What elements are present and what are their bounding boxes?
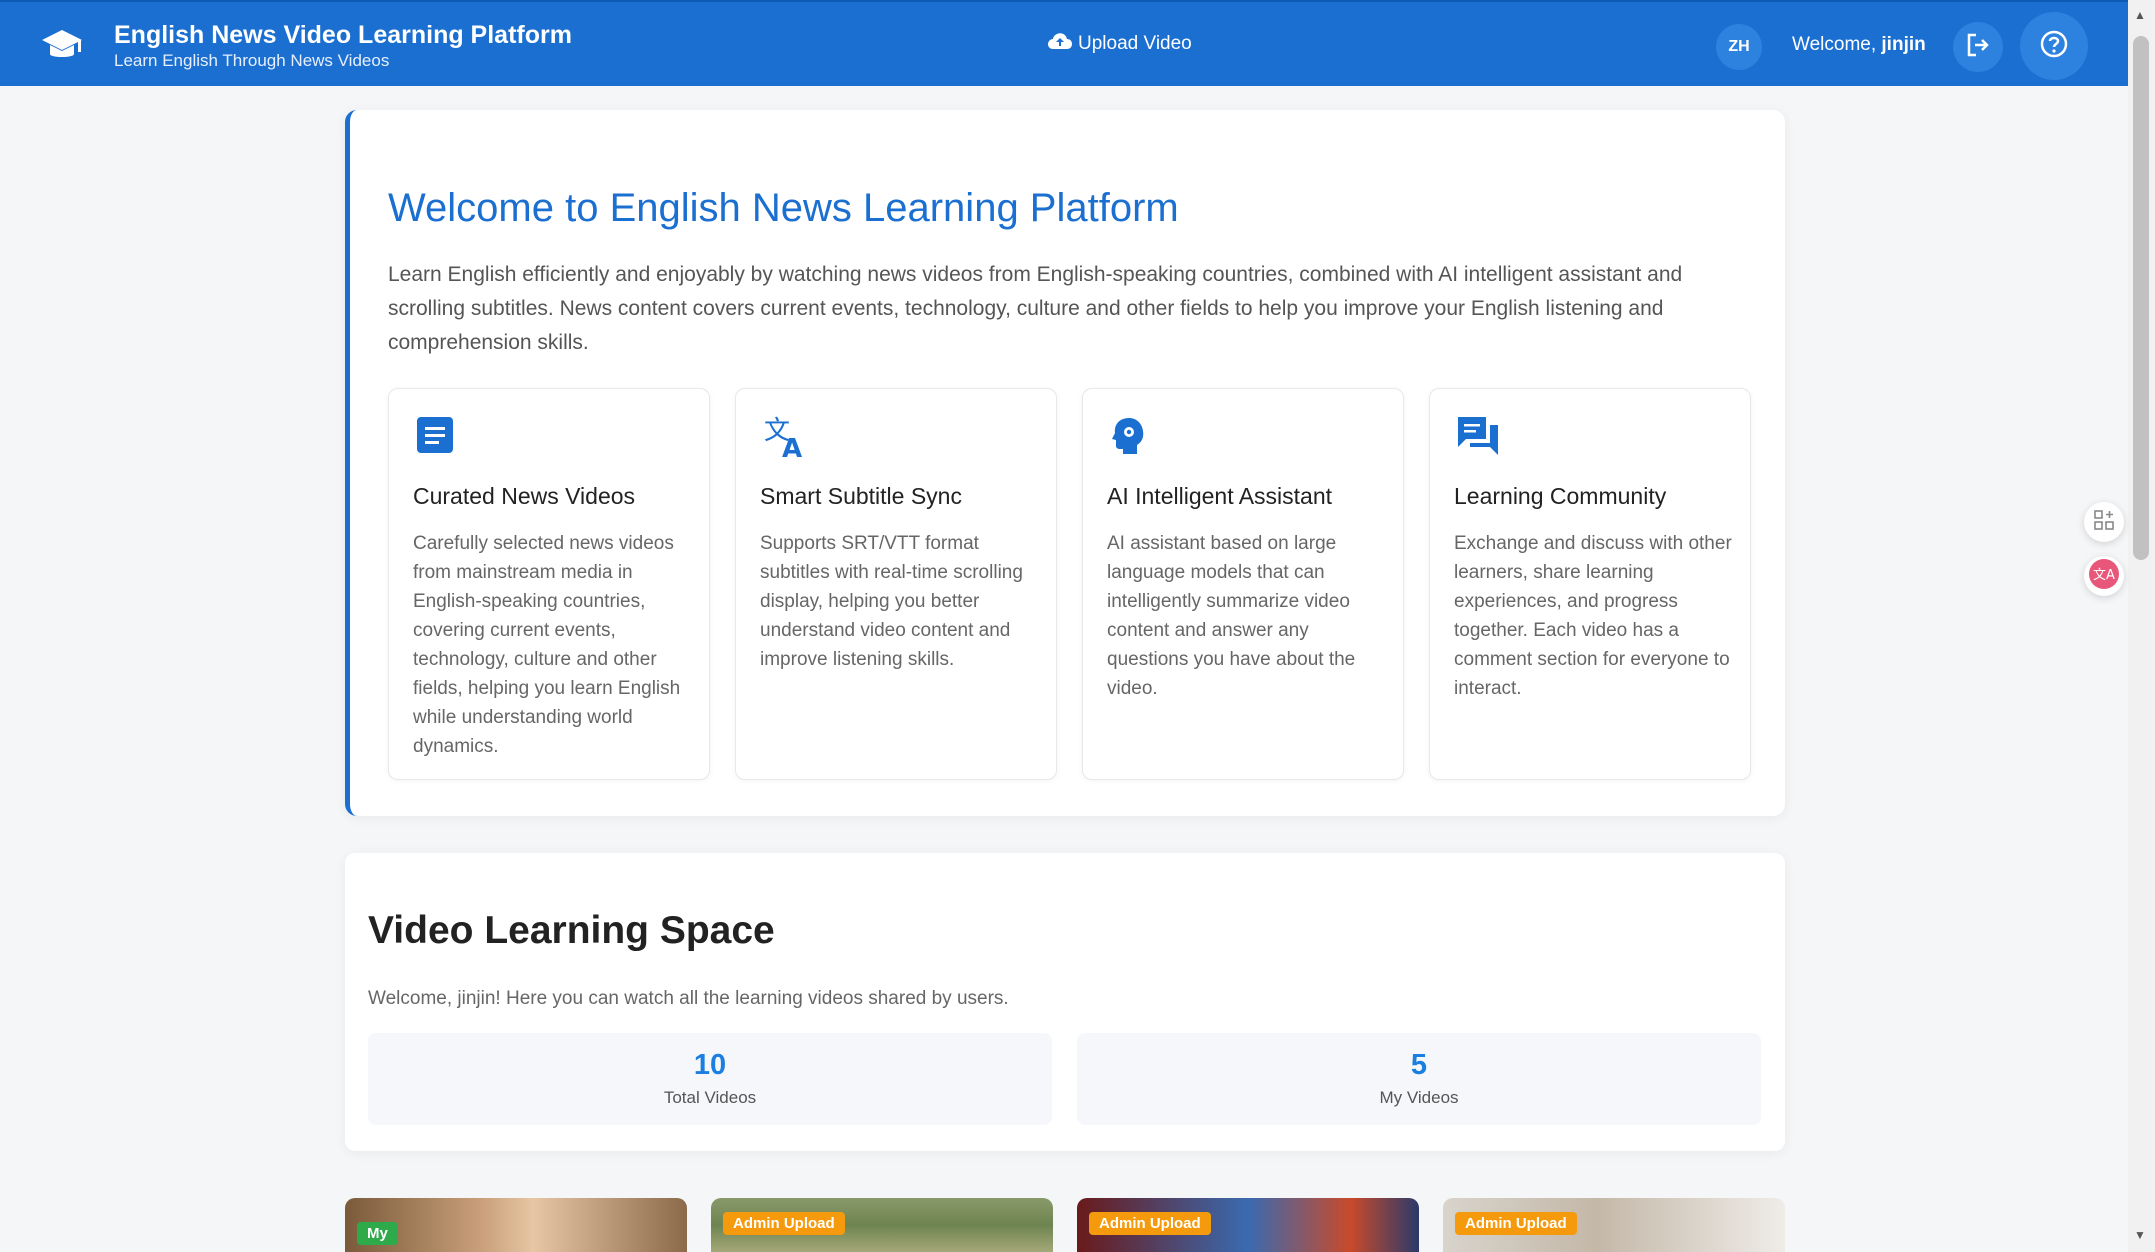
feature-card-subtitle-sync: 文A Smart Subtitle Sync Supports SRT/VTT …	[735, 388, 1057, 780]
translate-icon: 文A	[762, 415, 806, 464]
video-card[interactable]: Admin Upload	[1077, 1198, 1419, 1252]
welcome-text: Welcome, jinjin	[1792, 34, 1926, 56]
brand[interactable]: English News Video Learning Platform Lea…	[40, 20, 572, 72]
stat-label: My Videos	[1379, 1088, 1459, 1107]
welcome-card: Welcome to English News Learning Platfor…	[345, 110, 1785, 816]
welcome-description: Learn English efficiently and enjoyably …	[388, 263, 1683, 354]
svg-text:文A: 文A	[2093, 568, 2115, 583]
feature-title: AI Intelligent Assistant	[1107, 483, 1333, 509]
video-card[interactable]: My	[345, 1198, 687, 1252]
stat-label: Total Videos	[663, 1088, 757, 1107]
welcome-prefix: Welcome,	[1792, 34, 1882, 55]
language-toggle-button[interactable]: ZH	[1716, 24, 1762, 70]
grid-add-widget-button[interactable]	[2084, 502, 2124, 542]
scrollbar-thumb[interactable]	[2133, 36, 2149, 560]
welcome-title: Welcome to English News Learning Platfor…	[388, 186, 1179, 230]
scroll-down-arrow-icon[interactable]: ▼	[2134, 1228, 2146, 1242]
graduation-cap-icon	[40, 24, 84, 68]
admin-upload-badge: Admin Upload	[1455, 1212, 1577, 1235]
app-subtitle: Learn English Through News Videos	[114, 51, 390, 70]
svg-text:A: A	[782, 434, 802, 459]
cloud-upload-icon	[1048, 32, 1072, 56]
username: jinjin	[1881, 34, 1926, 55]
translate-widget-icon: 文A	[2088, 558, 2120, 595]
help-icon	[2039, 29, 2069, 64]
feature-text: Carefully selected news videos from main…	[413, 533, 681, 757]
feature-text: Supports SRT/VTT format subtitles with r…	[760, 533, 1023, 670]
logout-button[interactable]	[1953, 22, 2003, 72]
translate-widget-button[interactable]: 文A	[2084, 556, 2124, 596]
feature-text: Exchange and discuss with other learners…	[1454, 533, 1732, 699]
section-title: Video Learning Space	[368, 909, 775, 952]
stat-total-videos: 10 Total Videos	[368, 1033, 1052, 1125]
document-icon	[415, 415, 459, 459]
logout-icon	[1965, 32, 1991, 63]
feature-card-ai-assistant: AI Intelligent Assistant AI assistant ba…	[1082, 388, 1404, 780]
stat-my-videos: 5 My Videos	[1077, 1033, 1761, 1125]
my-video-badge: My	[357, 1222, 398, 1245]
scroll-up-arrow-icon[interactable]: ▲	[2134, 8, 2146, 22]
upload-video-label: Upload Video	[1078, 33, 1192, 54]
feature-title: Learning Community	[1454, 483, 1667, 509]
stat-value: 5	[1410, 1049, 1428, 1081]
admin-upload-badge: Admin Upload	[1089, 1212, 1211, 1235]
feature-title: Curated News Videos	[413, 483, 636, 509]
video-card[interactable]: Admin Upload	[1443, 1198, 1785, 1252]
ai-brain-icon	[1109, 415, 1153, 459]
feature-card-curated-news: Curated News Videos Carefully selected n…	[388, 388, 710, 780]
grid-add-icon	[2093, 509, 2115, 536]
section-subtitle: Welcome, jinjin! Here you can watch all …	[368, 988, 1009, 1009]
chat-icon	[1456, 415, 1500, 459]
video-card[interactable]: Admin Upload	[711, 1198, 1053, 1252]
admin-upload-badge: Admin Upload	[723, 1212, 845, 1235]
help-button[interactable]	[2020, 12, 2088, 80]
stat-value: 10	[693, 1049, 727, 1081]
upload-video-link[interactable]: Upload Video	[1048, 32, 1192, 56]
video-learning-space: Video Learning Space Welcome, jinjin! He…	[345, 853, 1785, 1151]
top-navbar: English News Video Learning Platform Lea…	[0, 0, 2128, 86]
feature-title: Smart Subtitle Sync	[760, 483, 962, 509]
feature-text: AI assistant based on large language mod…	[1107, 533, 1356, 699]
app-title: English News Video Learning Platform	[114, 21, 572, 49]
feature-card-community: Learning Community Exchange and discuss …	[1429, 388, 1751, 780]
